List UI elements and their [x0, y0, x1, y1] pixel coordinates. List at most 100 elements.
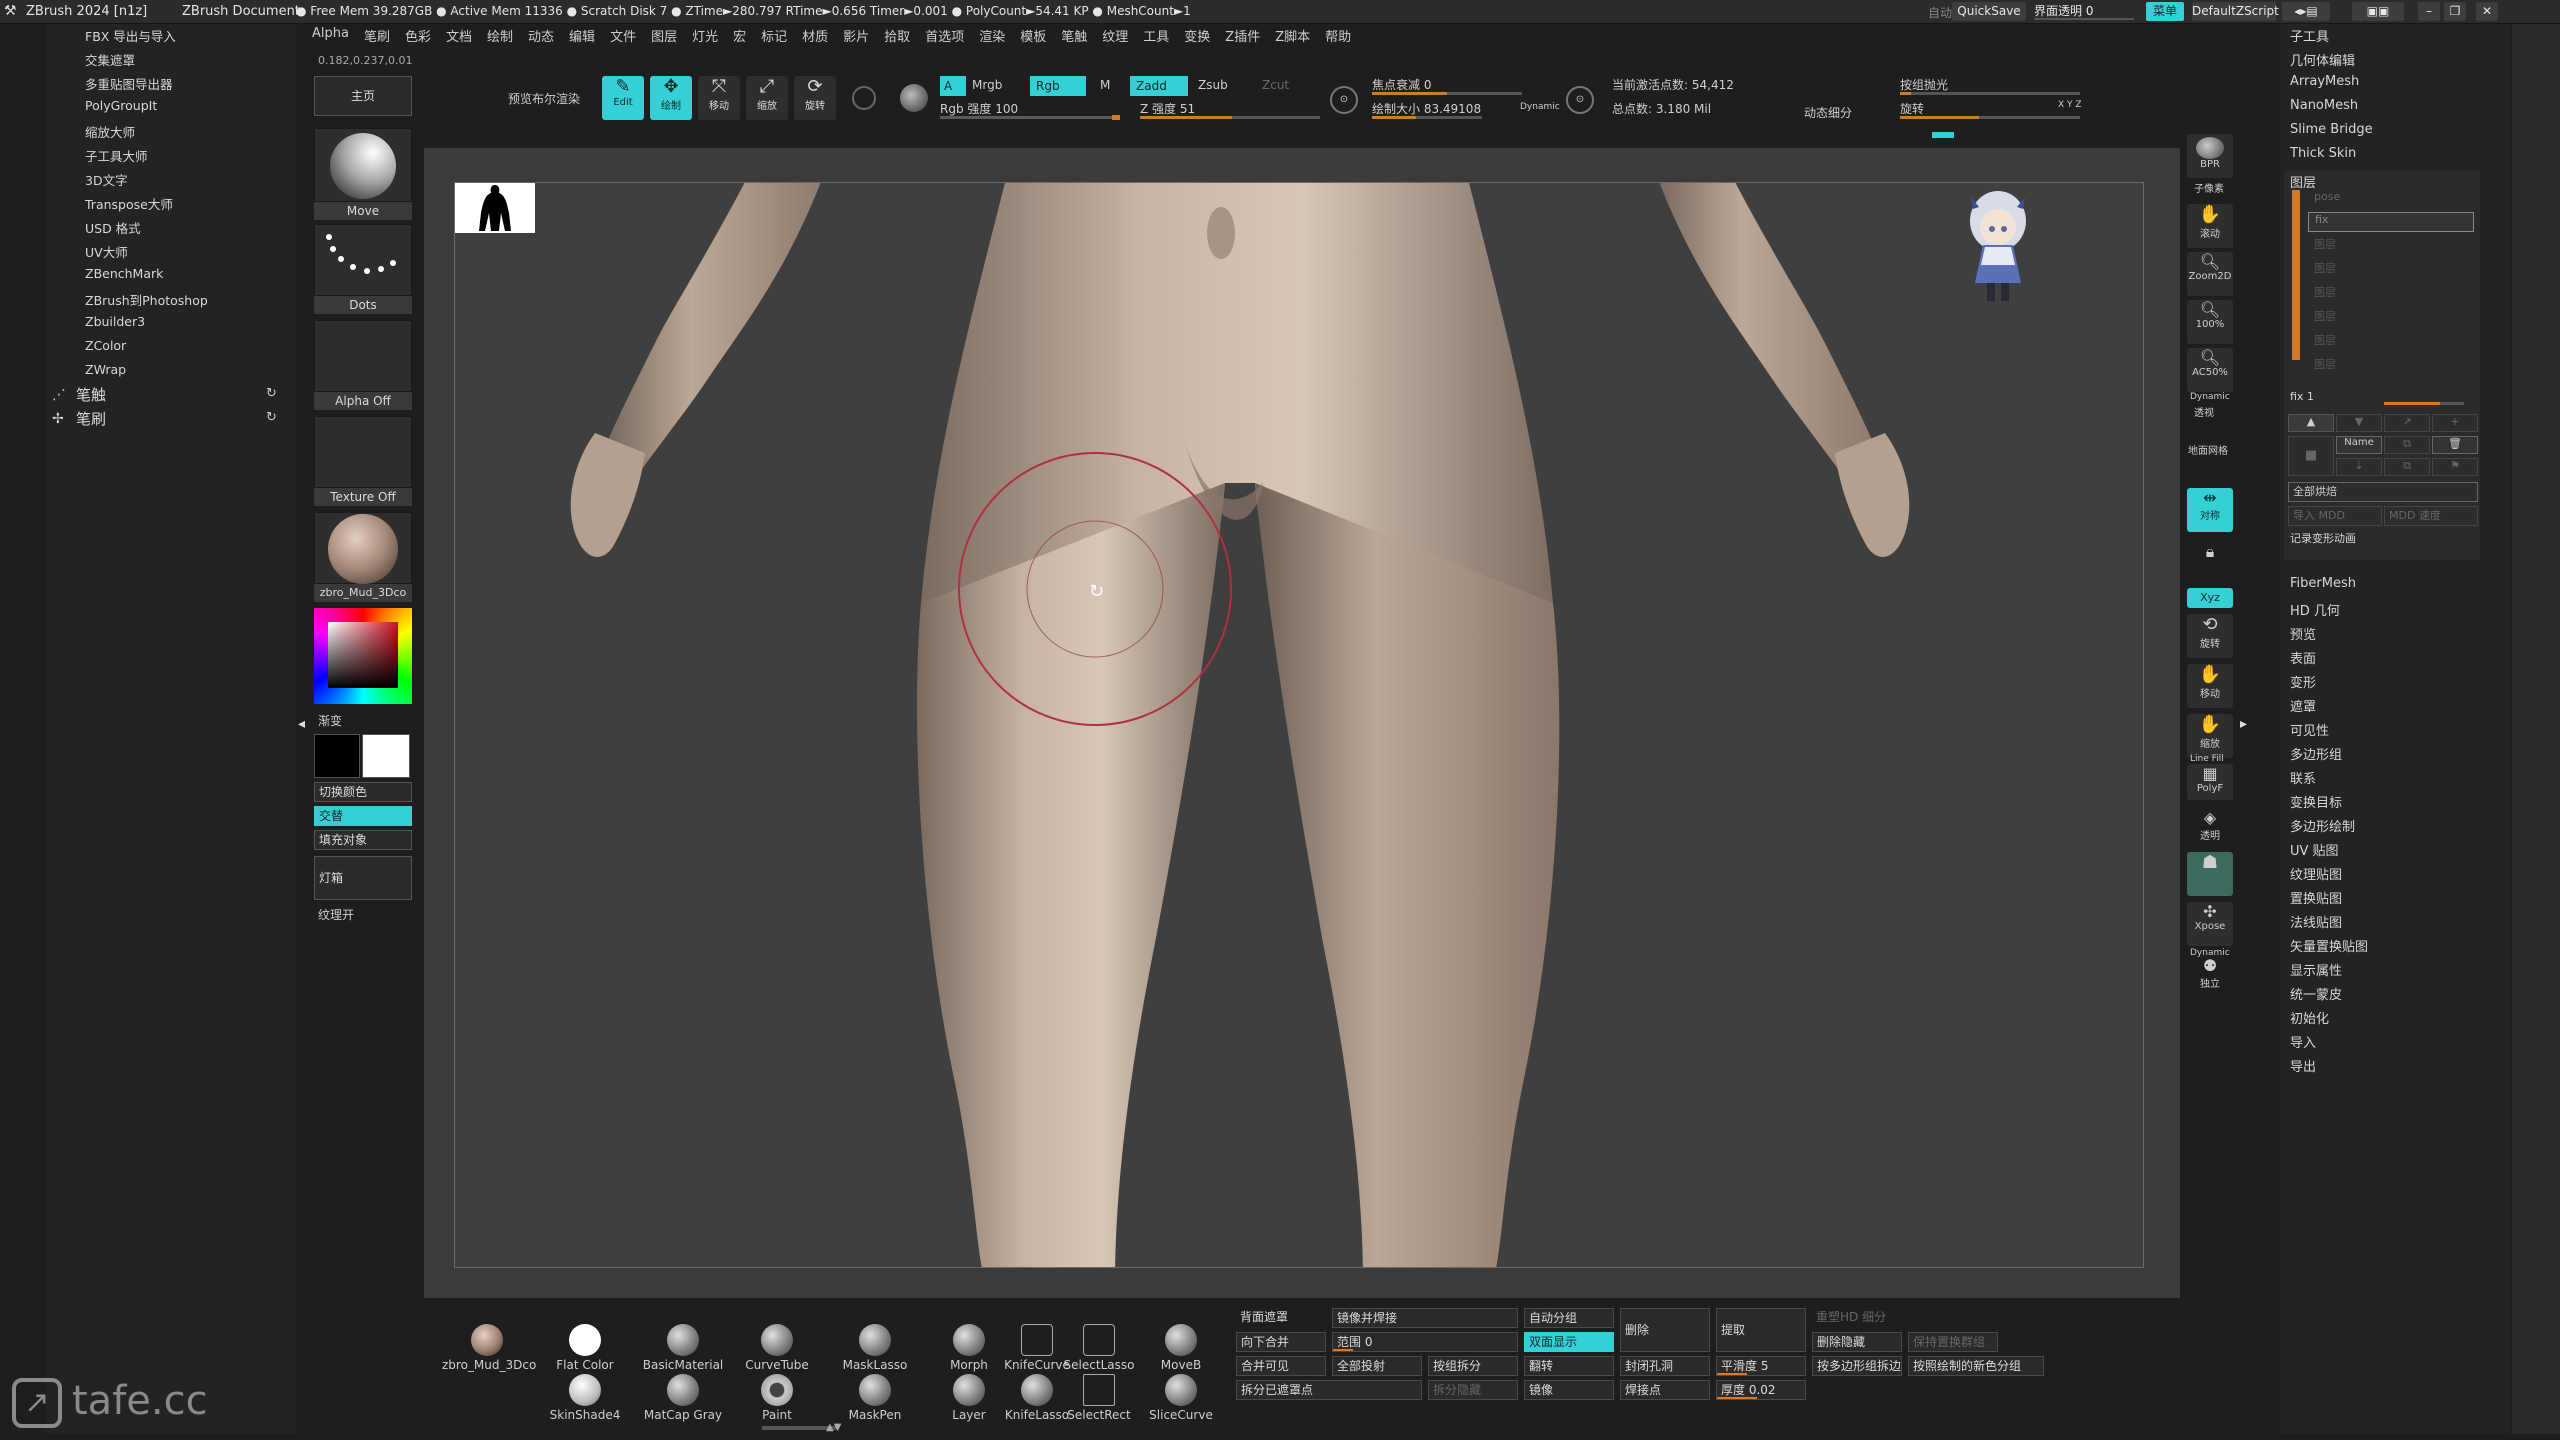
a-toggle[interactable]: A [940, 76, 966, 96]
menu-button[interactable]: 菜单 [2146, 2, 2184, 21]
vector-displacement-section[interactable]: 矢量置换贴图 [2290, 936, 2368, 955]
selectlasso-brush-button[interactable]: SelectLasso [1054, 1324, 1144, 1372]
left-tray-arrow-icon[interactable]: ◂ [298, 716, 305, 732]
double-sided-toggle[interactable]: 双面显示 [1524, 1332, 1614, 1352]
split-unmasked-button[interactable]: 拆分隐藏 [1428, 1380, 1518, 1400]
layer-op-icon[interactable]: ↗ [2384, 414, 2430, 432]
material-zbro-mud-button[interactable]: zbro_Mud_3Dco [442, 1324, 536, 1372]
switch-color-button[interactable]: 切换颜色 [314, 782, 412, 802]
menu-material[interactable]: 材质 [802, 26, 828, 48]
layers-scrollbar[interactable] [2292, 190, 2300, 360]
arraymesh-section[interactable]: ArrayMesh [2290, 74, 2359, 89]
restore-icon[interactable]: ❐ [2444, 2, 2466, 21]
surface-section[interactable]: 表面 [2290, 648, 2316, 667]
close-holes-button[interactable]: 封闭孔洞 [1620, 1356, 1710, 1376]
slime-bridge-section[interactable]: Slime Bridge [2290, 122, 2373, 137]
draw-mode-button[interactable]: ✥ 绘制 [650, 76, 692, 120]
import-section[interactable]: 导入 [2290, 1032, 2316, 1051]
uv-map-section[interactable]: UV 贴图 [2290, 840, 2339, 859]
layout-arrows-icon[interactable]: ◂▸▤ [2282, 2, 2330, 21]
layer-strength-slider[interactable] [2384, 402, 2464, 405]
menu-stroke[interactable]: 笔触 [1061, 26, 1087, 48]
menu-transform[interactable]: 变换 [1184, 26, 1210, 48]
reproject-hd-button[interactable]: 重塑HD 细分 [1812, 1308, 1998, 1328]
layer-mode-icon[interactable]: ■ [2288, 436, 2334, 476]
transparency-button[interactable]: ◈ 透明 [2187, 808, 2233, 848]
lock-icon[interactable]: 🔒︎ [2187, 542, 2233, 576]
refresh-icon[interactable]: ↻ [266, 386, 277, 401]
plugin-usd[interactable]: USD 格式 [85, 218, 141, 237]
delete-layer-icon[interactable]: 🗑︎ [2432, 436, 2478, 454]
xyz-rotate-toggle[interactable]: Xyz [2187, 588, 2233, 608]
weld-points-button[interactable]: 焊接点 [1620, 1380, 1710, 1400]
quicksave-button[interactable]: QuickSave [1952, 2, 2026, 21]
split-masked-button[interactable]: 拆分已遮罩点 [1236, 1380, 1422, 1400]
solo-button[interactable]: ⚉ 独立 [2187, 956, 2233, 996]
stroke-thumbnail[interactable] [314, 224, 412, 296]
nanomesh-section[interactable]: NanoMesh [2290, 98, 2358, 113]
texture-map-section[interactable]: 纹理贴图 [2290, 864, 2342, 883]
line-fill-label[interactable]: Line Fill [2190, 754, 2224, 764]
project-all-button[interactable]: 全部投射 [1332, 1356, 1422, 1376]
move-view-button[interactable]: ✋ 移动 [2187, 664, 2233, 708]
layer-row[interactable]: 图层 [2308, 332, 2472, 350]
layer-row[interactable]: 图层 [2308, 284, 2472, 302]
merge-layer-icon[interactable]: ⇣ [2336, 458, 2382, 476]
menu-macro[interactable]: 宏 [733, 26, 746, 48]
polygroups-section[interactable]: 多边形组 [2290, 744, 2342, 763]
menu-draw[interactable]: 绘制 [487, 26, 513, 48]
menu-movie[interactable]: 影片 [843, 26, 869, 48]
plugin-zbuilder3[interactable]: Zbuilder3 [85, 314, 145, 329]
layer-options-icon[interactable]: ⚑ [2432, 458, 2478, 476]
layer-row[interactable]: 图层 [2308, 356, 2472, 374]
layer-row[interactable]: pose [2308, 190, 2472, 208]
menu-alpha[interactable]: Alpha [312, 26, 349, 48]
layer-row[interactable]: 图层 [2308, 308, 2472, 326]
fibermesh-section[interactable]: FiberMesh [2290, 576, 2356, 591]
scale-view-button[interactable]: ✋ 缩放 [2187, 714, 2233, 758]
shelf-arrow-icon[interactable]: ▲▼ [826, 1422, 841, 1433]
matcap-gray-button[interactable]: MatCap Gray [638, 1374, 728, 1422]
actual-size-button[interactable]: 🔍︎ 100% [2187, 300, 2233, 344]
bpr-preview-label[interactable]: 预览布尔渲染 [508, 90, 580, 107]
auto-groups-button[interactable]: 自动分组 [1524, 1308, 1614, 1328]
polyf-button[interactable]: ▦ PolyF [2187, 764, 2233, 800]
rotate-mode-button[interactable]: ⟳ 旋转 [794, 76, 836, 120]
menu-dynamics[interactable]: 动态 [528, 26, 554, 48]
dynamic-label[interactable]: Dynamic [1520, 102, 1560, 112]
floor-grid-button[interactable]: 地面网格 [2188, 442, 2228, 457]
color-picker[interactable] [314, 608, 412, 704]
material-thumbnail[interactable] [314, 512, 412, 584]
zadd-toggle[interactable]: Zadd [1130, 76, 1188, 96]
interface-transparency-slider[interactable]: 界面透明 0 [2034, 2, 2138, 21]
focal-shift-slider[interactable] [1372, 92, 1522, 95]
export-section[interactable]: 导出 [2290, 1056, 2316, 1075]
brush-thumbnail[interactable] [314, 128, 412, 202]
home-button[interactable]: 主页 [314, 76, 412, 116]
plugin-fbx[interactable]: FBX 导出与导入 [85, 26, 176, 45]
keep-groups-button[interactable]: 保持置换群组 [1908, 1332, 1998, 1352]
moveb-brush-button[interactable]: MoveB [1136, 1324, 1226, 1372]
preview-section[interactable]: 预览 [2290, 624, 2316, 643]
menu-stencil[interactable]: 模板 [1020, 26, 1046, 48]
normal-map-section[interactable]: 法线贴图 [2290, 912, 2342, 931]
unified-skin-section[interactable]: 统一蒙皮 [2290, 984, 2342, 1003]
menu-layer[interactable]: 图层 [651, 26, 677, 48]
close-icon[interactable]: ✕ [2476, 2, 2498, 21]
paint-brush-button[interactable]: Paint [732, 1374, 822, 1422]
rotate-view-button[interactable]: ⟲ 旋转 [2187, 614, 2233, 658]
texture-thumbnail[interactable] [314, 416, 412, 488]
bpr-button[interactable]: BPR [2187, 134, 2233, 178]
import-mdd-button[interactable]: 导入 MDD [2288, 506, 2382, 526]
main-color-swatch[interactable] [362, 734, 410, 778]
lightbox-button[interactable]: 灯箱 [314, 856, 412, 900]
split-by-polygroup-edge-button[interactable]: 按多边形组拆边 [1812, 1356, 1902, 1376]
curvetube-brush-button[interactable]: CurveTube [732, 1324, 822, 1372]
menu-marker[interactable]: 标记 [761, 26, 787, 48]
edit-mode-button[interactable]: ✎ Edit [602, 76, 644, 120]
plugin-uv-master[interactable]: UV大师 [85, 242, 128, 261]
half-size-button[interactable]: 🔍︎ AC50% [2187, 348, 2233, 392]
maskpen-brush-button[interactable]: MaskPen [830, 1374, 920, 1422]
selectrect-brush-button[interactable]: SelectRect [1054, 1374, 1144, 1422]
morph-target-section[interactable]: 变换目标 [2290, 792, 2342, 811]
